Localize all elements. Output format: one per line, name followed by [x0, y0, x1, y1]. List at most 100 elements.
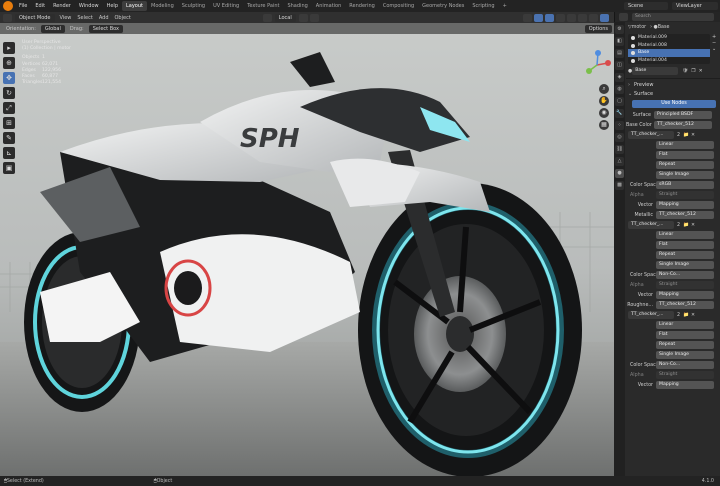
source-dropdown[interactable]: Single Image — [656, 261, 714, 269]
list-item[interactable]: Material.004 — [628, 57, 710, 65]
use-nodes-button[interactable]: Use Nodes — [632, 100, 716, 108]
particles-tab-icon[interactable]: ⁘ — [615, 121, 624, 130]
preview-section[interactable]: Preview — [626, 81, 720, 90]
slot-menu-icon[interactable]: ⌄ — [712, 46, 720, 52]
tab-modeling[interactable]: Modeling — [147, 1, 178, 11]
transform-tool-icon[interactable]: ⊞ — [3, 117, 15, 129]
vector-label[interactable]: Vector — [626, 203, 656, 208]
object-tab-icon[interactable]: ▢ — [615, 97, 624, 106]
tab-texture-paint[interactable]: Texture Paint — [243, 1, 283, 11]
alpha-dropdown[interactable]: Straight — [656, 371, 714, 379]
list-item[interactable]: Material.009 — [628, 34, 710, 42]
shading-material-icon[interactable] — [589, 13, 598, 22]
navigation-gizmo[interactable] — [582, 50, 612, 80]
view-layer-tab-icon[interactable]: ◫ — [615, 61, 624, 70]
extension-dropdown[interactable]: Repeat — [656, 161, 714, 169]
xray-icon[interactable] — [556, 13, 565, 22]
projection-dropdown[interactable]: Flat — [656, 241, 714, 249]
shading-solid-icon[interactable] — [578, 13, 587, 22]
object-menu[interactable]: Object — [112, 15, 134, 21]
source-dropdown[interactable]: Single Image — [656, 351, 714, 359]
zoom-icon[interactable]: ⌕ — [599, 84, 609, 94]
constraints-tab-icon[interactable]: ⛓ — [615, 145, 624, 154]
orientation-dropdown[interactable]: Global — [40, 24, 65, 33]
editor-type-icon[interactable] — [619, 13, 628, 21]
roughness-texture-field[interactable]: TT_checker_512 — [656, 301, 714, 309]
ortho-toggle-icon[interactable]: ▦ — [599, 120, 609, 130]
menu-help[interactable]: Help — [103, 3, 122, 9]
tab-layout[interactable]: Layout — [122, 1, 147, 11]
tab-uv-editing[interactable]: UV Editing — [209, 1, 243, 11]
pan-hand-icon[interactable]: ✋ — [599, 96, 609, 106]
folder-icon[interactable]: 📁 — [683, 133, 689, 138]
tool-tab-icon[interactable]: ⚙ — [615, 25, 624, 34]
editor-type-icon[interactable] — [3, 13, 12, 22]
fake-user-icon[interactable]: 🛡 — [682, 69, 688, 74]
material-slot-list[interactable]: Material.009 Material.008 Base Material.… — [628, 34, 710, 64]
surface-shader-field[interactable]: Principled BSDF — [654, 111, 712, 119]
tab-sculpting[interactable]: Sculpting — [178, 1, 209, 11]
image-name-field[interactable]: TT_checker_... — [628, 131, 674, 139]
projection-dropdown[interactable]: Flat — [656, 331, 714, 339]
metallic-label[interactable]: Metallic — [626, 213, 656, 218]
select-tool-icon[interactable]: ▸ — [3, 42, 15, 54]
annotate-tool-icon[interactable]: ✎ — [3, 132, 15, 144]
select-menu[interactable]: Select — [74, 15, 95, 21]
view-menu[interactable]: View — [57, 15, 75, 21]
vector-label[interactable]: Vector — [626, 383, 656, 388]
drag-dropdown[interactable]: Select Box — [88, 24, 124, 33]
vector-field[interactable]: Mapping — [656, 201, 714, 209]
image-name-field[interactable]: TT_checker_... — [628, 311, 674, 319]
visibility-icon[interactable] — [523, 13, 532, 22]
unlink-icon[interactable]: ✕ — [699, 69, 703, 74]
interpolation-dropdown[interactable]: Linear — [656, 231, 714, 239]
alpha-dropdown[interactable]: Straight — [656, 281, 714, 289]
scene-tab-icon[interactable]: ◈ — [615, 73, 624, 82]
transform-pivot-icon[interactable] — [262, 13, 272, 22]
projection-dropdown[interactable]: Flat — [656, 151, 714, 159]
tab-compositing[interactable]: Compositing — [379, 1, 418, 11]
extension-dropdown[interactable]: Repeat — [656, 341, 714, 349]
move-tool-icon[interactable]: ✥ — [3, 72, 15, 84]
list-item[interactable]: Material.008 — [628, 42, 710, 50]
unlink-icon[interactable]: ✕ — [691, 313, 695, 318]
mode-dropdown[interactable]: Object Mode — [15, 13, 55, 22]
viewlayer-selector[interactable]: ViewLayer — [672, 2, 718, 10]
unlink-icon[interactable]: ✕ — [691, 133, 695, 138]
scene-selector[interactable]: Scene — [624, 2, 668, 10]
3d-viewport[interactable]: SPH Object Mode View Select Add Object L… — [0, 12, 614, 476]
transform-orientation-dropdown[interactable]: Local — [274, 13, 296, 22]
roughness-label[interactable]: Roughne... — [626, 303, 656, 308]
extension-dropdown[interactable]: Repeat — [656, 251, 714, 259]
shading-rendered-icon[interactable] — [600, 13, 609, 22]
blender-logo-icon[interactable] — [3, 1, 13, 11]
list-item[interactable]: Base — [628, 49, 710, 57]
world-tab-icon[interactable]: ◍ — [615, 85, 624, 94]
gizmo-toggle-icon[interactable] — [534, 13, 543, 22]
interpolation-dropdown[interactable]: Linear — [656, 321, 714, 329]
proportional-edit-icon[interactable] — [309, 13, 319, 22]
snap-icon[interactable] — [298, 13, 308, 22]
physics-tab-icon[interactable]: ◎ — [615, 133, 624, 142]
measure-tool-icon[interactable]: ⊾ — [3, 147, 15, 159]
tab-shading[interactable]: Shading — [283, 1, 311, 11]
material-name-field[interactable]: Base — [632, 67, 679, 75]
vector-field[interactable]: Mapping — [656, 381, 714, 389]
unlink-icon[interactable]: ✕ — [691, 223, 695, 228]
tab-scripting[interactable]: Scripting — [468, 1, 498, 11]
shading-wireframe-icon[interactable] — [567, 13, 576, 22]
options-dropdown[interactable]: Options — [584, 24, 612, 33]
camera-view-icon[interactable]: ◉ — [599, 108, 609, 118]
output-tab-icon[interactable]: ▤ — [615, 49, 624, 58]
add-menu[interactable]: Add — [96, 15, 112, 21]
add-cube-tool-icon[interactable]: ▣ — [3, 162, 15, 174]
overlay-toggle-icon[interactable] — [545, 13, 554, 22]
folder-icon[interactable]: 📁 — [683, 313, 689, 318]
search-input[interactable]: Search — [632, 13, 714, 21]
metallic-texture-field[interactable]: TT_checker_512 — [656, 211, 714, 219]
data-tab-icon[interactable]: △ — [615, 157, 624, 166]
color-space-dropdown[interactable]: Non-Co... — [656, 361, 714, 369]
base-color-texture-field[interactable]: TT_checker_512 — [654, 121, 712, 129]
folder-icon[interactable]: 📁 — [683, 223, 689, 228]
scale-tool-icon[interactable]: ⤢ — [3, 102, 15, 114]
